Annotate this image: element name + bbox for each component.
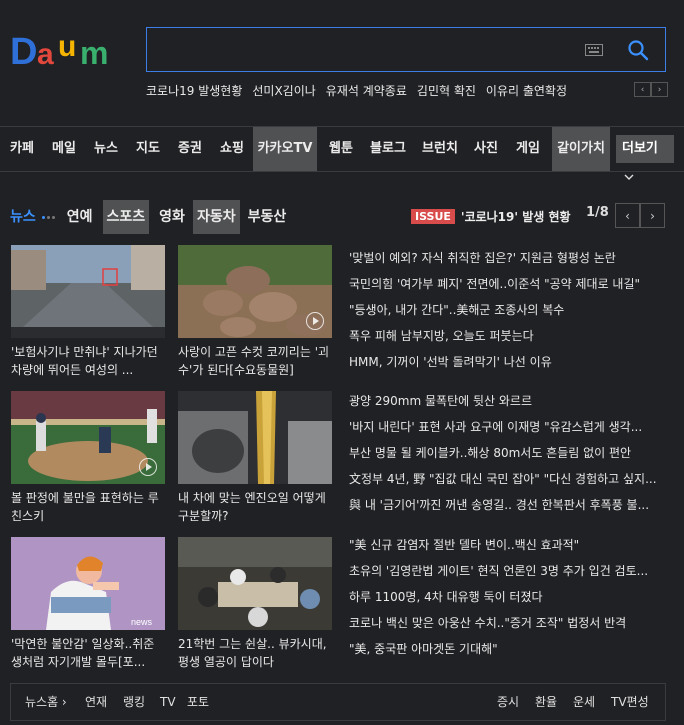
headline-item[interactable]: 文정부 4년, 野 "집값 대신 국민 잡아" "다신 경험하고 싶지... (349, 472, 657, 486)
trend-keyword[interactable]: 유재석 계약종료 (326, 82, 407, 98)
link-photo[interactable]: 포토 (187, 684, 209, 720)
tab-news[interactable]: 뉴스 (10, 200, 40, 234)
headline-item[interactable]: 초유의 '김영란법 게이트' 현직 언론인 3명 추가 입건 검토... (349, 564, 648, 578)
news-thumbnail (11, 245, 165, 338)
tab-sports[interactable]: 스포츠 (102, 200, 150, 234)
headline-item[interactable]: 광양 290mm 물폭탄에 뒷산 와르르 (349, 394, 532, 408)
svg-text:a: a (37, 38, 54, 70)
news-card[interactable]: 내 차에 맞는 엔진오일 어떻게 구분할까? (178, 391, 332, 525)
svg-text:m: m (80, 35, 108, 70)
news-thumbnail (11, 391, 165, 484)
nav-blog[interactable]: 블로그 (364, 127, 412, 171)
trending-keywords: 코로나19 발생현황 선미X김이나 유재석 계약종료 김민혁 확진 이유리 출연… (146, 82, 577, 98)
headline-item[interactable]: 하루 1100명, 4차 대유행 둑이 터졌다 (349, 590, 543, 604)
prev-page-button[interactable]: ‹ (615, 203, 640, 228)
nav-brunch[interactable]: 브런치 (416, 127, 464, 171)
nav-stock[interactable]: 증권 (172, 127, 208, 171)
news-title: 사랑이 고픈 수컷 코끼리는 '괴수'가 된다[수요동물원] (178, 345, 330, 377)
news-card[interactable]: '보험사기냐 만취냐' 지나가던 차량에 뛰어든 여성의 ... (11, 245, 165, 379)
page-indicator: 1/8 (586, 205, 609, 220)
link-tv[interactable]: TV (160, 684, 176, 720)
news-title: '막연한 불안감' 일상화..취준생처럼 자기개발 몰두[포... (11, 637, 155, 669)
news-title: 내 차에 맞는 엔진오일 어떻게 구분할까? (178, 491, 326, 523)
headline-item[interactable]: 폭우 피해 남부지방, 오늘도 퍼붓는다 (349, 329, 534, 343)
daum-logo[interactable]: D a u m (10, 30, 130, 73)
search-icon[interactable] (627, 39, 649, 61)
nav-webtoon[interactable]: 웹툰 (321, 127, 361, 171)
news-footer-links: 뉴스홈 › 연재 랭킹 TV 포토 증시 환율 운세 TV편성 (10, 683, 666, 721)
nav-photo[interactable]: 사진 (468, 127, 504, 171)
search-input[interactable] (146, 27, 666, 72)
nav-together[interactable]: 같이가치 (552, 127, 610, 171)
link-news-home[interactable]: 뉴스홈 › (25, 684, 67, 720)
headline-item[interactable]: 與 내 '금기어'까진 꺼낸 송영길.. 경선 한복판서 후폭풍 불... (349, 498, 649, 512)
play-icon (306, 312, 324, 330)
dots-indicator (41, 215, 57, 219)
news-card[interactable]: 볼 판정에 불만을 표현하는 루친스키 (11, 391, 165, 525)
more-label: 더보기 (622, 141, 658, 156)
chevron-down-icon (624, 174, 634, 180)
svg-text:u: u (58, 30, 76, 63)
trend-next-button[interactable]: › (651, 82, 668, 97)
news-thumbnail (178, 245, 332, 338)
headline-item[interactable]: "등생아, 내가 간다"..美해군 조종사의 복수 (349, 303, 564, 317)
news-title: '보험사기냐 만취냐' 지나가던 차량에 뛰어든 여성의 ... (11, 345, 158, 377)
news-watermark: news (131, 617, 153, 627)
link-ranking[interactable]: 랭킹 (123, 684, 145, 720)
trend-nav: ‹ › (634, 82, 668, 97)
headline-item[interactable]: 부산 명물 될 케이블카..해상 80m서도 흔들림 없이 편안 (349, 446, 631, 460)
play-icon (139, 458, 157, 476)
headline-list: "美 신규 감염자 절반 델타 변이..백신 효과적" 초유의 '김영란법 게이… (349, 532, 665, 662)
news-title: 볼 판정에 불만을 표현하는 루친스키 (11, 491, 159, 523)
news-thumbnail: news (11, 537, 165, 630)
issue-banner[interactable]: ISSUE '코로나19' 발생 현황 (411, 208, 571, 225)
service-nav: 카페 메일 뉴스 지도 증권 쇼핑 카카오TV 웹툰 블로그 브런치 사진 게임… (0, 126, 684, 180)
next-page-button[interactable]: › (640, 203, 665, 228)
issue-badge: ISSUE (411, 209, 455, 224)
headline-item[interactable]: '맞벌이 예외? 자식 취직한 집은?' 지원금 형평성 논란 (349, 251, 616, 265)
nav-kakaotv[interactable]: 카카오TV (253, 127, 317, 171)
nav-cafe[interactable]: 카페 (4, 127, 40, 171)
news-card[interactable]: 사랑이 고픈 수컷 코끼리는 '괴수'가 된다[수요동물원] (178, 245, 332, 379)
headline-item[interactable]: "美 신규 감염자 절반 델타 변이..백신 효과적" (349, 538, 579, 552)
news-title: 21학번 그는 쉰살.. 뷰카시대, 평생 열공이 답이다 (178, 637, 327, 669)
trend-keyword[interactable]: 선미X김이나 (252, 82, 315, 98)
tab-movie[interactable]: 영화 (155, 200, 189, 234)
news-card[interactable]: 21학번 그는 쉰살.. 뷰카시대, 평생 열공이 답이다 (178, 537, 332, 671)
link-fortune[interactable]: 운세 (573, 684, 595, 720)
trend-keyword[interactable]: 코로나19 발생현황 (146, 82, 242, 98)
headline-item[interactable]: '바지 내린다' 표현 사과 요구에 이재명 "유감스럽게 생각... (349, 420, 642, 434)
headline-list: 광양 290mm 물폭탄에 뒷산 와르르 '바지 내린다' 표현 사과 요구에 … (349, 388, 665, 518)
nav-shopping[interactable]: 쇼핑 (214, 127, 250, 171)
trend-prev-button[interactable]: ‹ (634, 82, 651, 97)
tab-entertainment[interactable]: 연예 (63, 200, 97, 234)
nav-mail[interactable]: 메일 (46, 127, 82, 171)
trend-keyword[interactable]: 김민혁 확진 (417, 82, 476, 98)
more-services-button[interactable]: 더보기 (616, 135, 674, 180)
news-category-tabs: 뉴스 연예 스포츠 영화 자동차 부동산 (10, 200, 290, 234)
link-tv-schedule[interactable]: TV편성 (611, 684, 649, 720)
issue-text: '코로나19' 발생 현황 (460, 210, 571, 224)
link-stock[interactable]: 증시 (497, 684, 519, 720)
tab-realestate[interactable]: 부동산 (244, 200, 291, 234)
keyboard-icon[interactable] (585, 44, 603, 56)
nav-news[interactable]: 뉴스 (88, 127, 124, 171)
headline-item[interactable]: "美, 중국판 아마겟돈 기대해" (349, 642, 498, 656)
headline-item[interactable]: HMM, 기꺼이 '선박 돌려막기' 나선 이유 (349, 355, 552, 369)
pager-buttons: ‹ › (615, 203, 665, 228)
nav-map[interactable]: 지도 (130, 127, 166, 171)
headline-item[interactable]: 국민의힘 '여가부 폐지' 전면에..이준석 "공약 제대로 내길" (349, 277, 640, 291)
tab-car[interactable]: 자동차 (192, 200, 240, 234)
trend-keyword[interactable]: 이유리 출연확정 (486, 82, 567, 98)
news-thumbnail (178, 391, 332, 484)
news-thumbnail (178, 537, 332, 630)
link-series[interactable]: 연재 (85, 684, 107, 720)
svg-text:D: D (10, 31, 37, 70)
nav-game[interactable]: 게임 (510, 127, 546, 171)
link-exchange[interactable]: 환율 (535, 684, 557, 720)
headline-list: '맞벌이 예외? 자식 취직한 집은?' 지원금 형평성 논란 국민의힘 '여가… (349, 245, 665, 375)
headline-item[interactable]: 코로나 백신 맞은 아웅산 수치.."증거 조작" 법정서 반격 (349, 616, 626, 630)
news-card[interactable]: news '막연한 불안감' 일상화..취준생처럼 자기개발 몰두[포... (11, 537, 165, 671)
